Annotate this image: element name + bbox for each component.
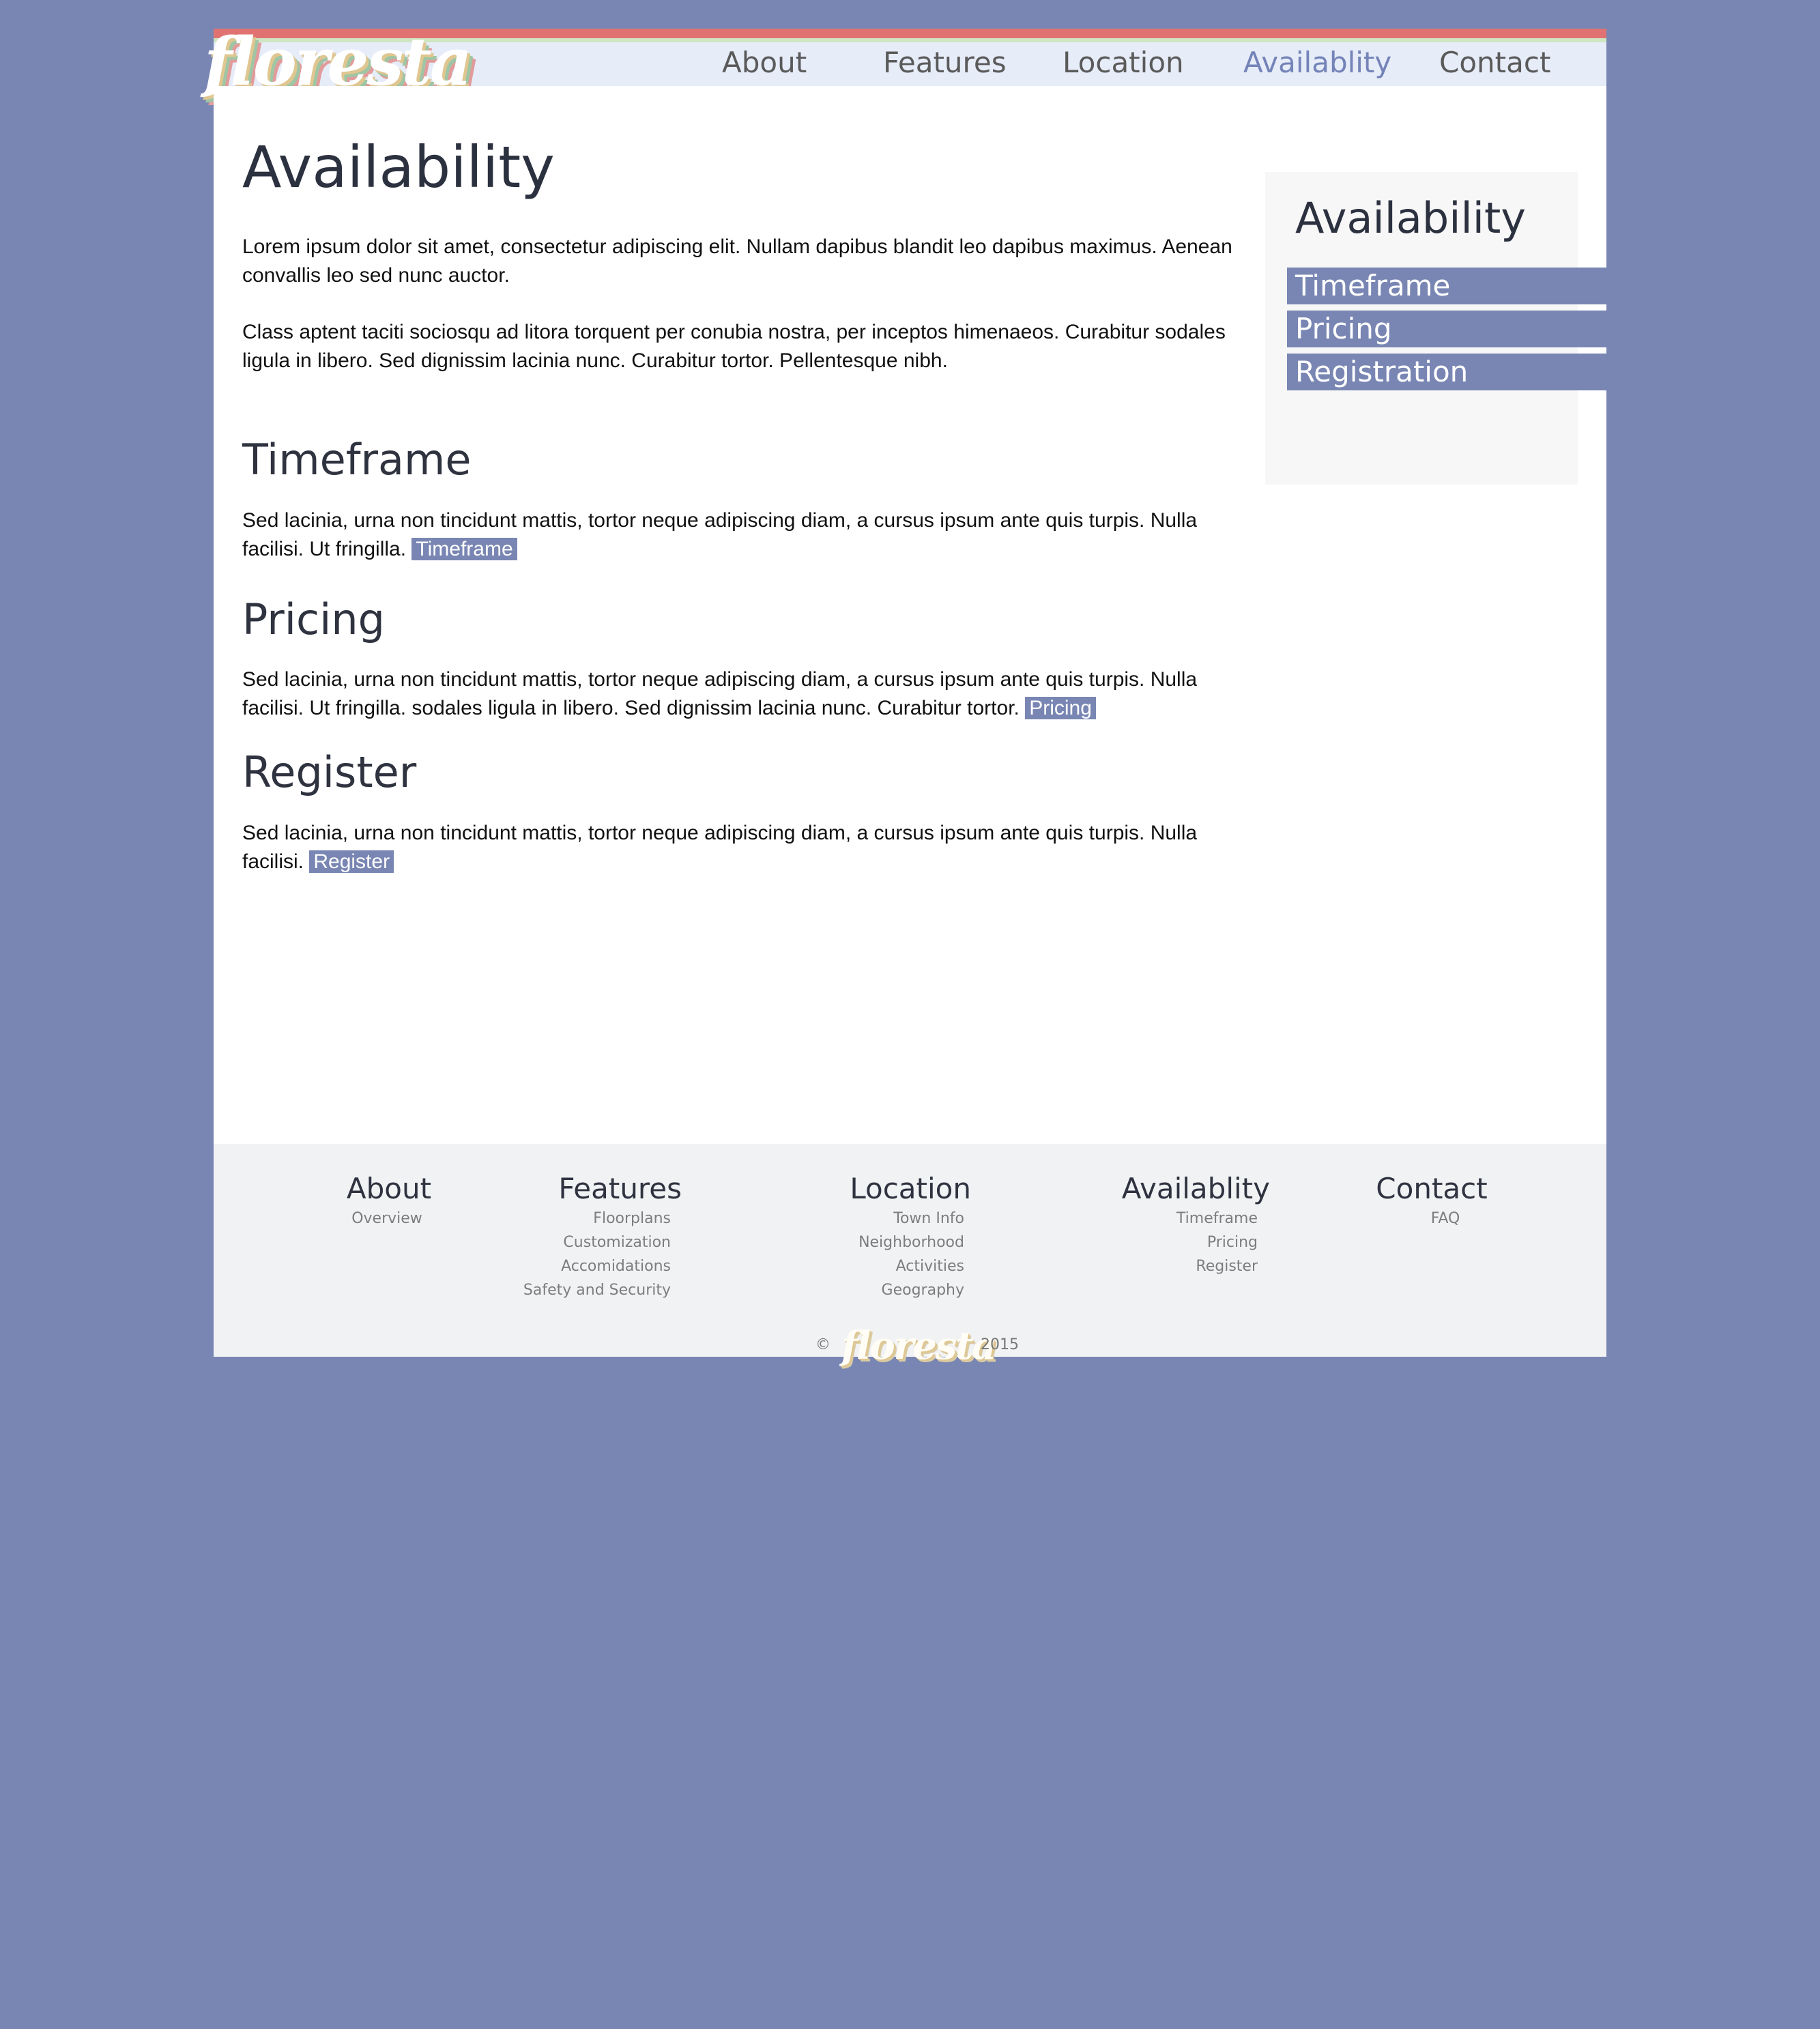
footer-heading-location[interactable]: Location [800, 1171, 971, 1207]
sidebar-item-pricing[interactable]: Pricing [1287, 311, 1606, 347]
footer-link-floorplans[interactable]: Floorplans [514, 1207, 671, 1231]
footer-link-faq[interactable]: FAQ [1401, 1207, 1490, 1231]
footer-link-activities[interactable]: Activities [800, 1254, 964, 1278]
footer-col-location: Location Town Info Neighborhood Activiti… [800, 1171, 971, 1302]
section-heading-pricing: Pricing [242, 594, 385, 644]
section-heading-timeframe: Timeframe [242, 435, 472, 485]
footer-link-safety[interactable]: Safety and Security [514, 1278, 671, 1302]
sidebar-item-timeframe[interactable]: Timeframe [1287, 268, 1606, 304]
footer-heading-availability[interactable]: Availablity [1101, 1171, 1270, 1207]
intro-paragraph-1: Lorem ipsum dolor sit amet, consectetur … [242, 235, 1232, 287]
tag-timeframe[interactable]: Timeframe [411, 538, 517, 560]
footer-col-features: Features Floorplans Customization Accomi… [514, 1171, 682, 1302]
sidebar: Availability Timeframe Pricing Registrat… [1265, 172, 1606, 485]
nav-contact[interactable]: Contact [1439, 44, 1550, 82]
footer-col-about: About Overview [310, 1171, 467, 1231]
nav-features[interactable]: Features [883, 44, 1007, 82]
footer-heading-about[interactable]: About [310, 1171, 467, 1207]
nav-location[interactable]: Location [1063, 44, 1184, 82]
sidebar-title: Availability [1295, 193, 1526, 243]
footer-link-neighborhood[interactable]: Neighborhood [800, 1231, 964, 1254]
footer-link-town-info[interactable]: Town Info [800, 1207, 964, 1231]
nav-about[interactable]: About [722, 44, 807, 82]
footer-link-pricing[interactable]: Pricing [1101, 1231, 1258, 1254]
site-header: floresta About Features Location Availab… [204, 25, 1606, 100]
tag-register[interactable]: Register [309, 850, 394, 873]
nav-availability[interactable]: Availablity [1243, 44, 1391, 82]
footer-link-timeframe[interactable]: Timeframe [1101, 1207, 1258, 1231]
section-text-pricing: Sed lacinia, urna non tincidunt mattis, … [242, 665, 1252, 723]
footer-col-contact: Contact FAQ [1374, 1171, 1490, 1231]
footer-link-overview[interactable]: Overview [306, 1207, 467, 1231]
page-title: Availability [242, 134, 555, 201]
intro-paragraph-2: Class aptent taciti sociosqu ad litora t… [242, 321, 1226, 372]
footer-col-availability: Availablity Timeframe Pricing Register [1101, 1171, 1270, 1278]
footer-link-accomidations[interactable]: Accomidations [514, 1254, 671, 1278]
footer-link-geography[interactable]: Geography [800, 1278, 964, 1302]
section-text-timeframe: Sed lacinia, urna non tincidunt mattis, … [242, 506, 1252, 564]
copyright-year: 2015 [981, 1336, 1019, 1353]
sidebar-item-registration[interactable]: Registration [1287, 354, 1606, 390]
section-heading-register: Register [242, 747, 417, 797]
section-text-register: Sed lacinia, urna non tincidunt mattis, … [242, 819, 1252, 876]
footer-logo: floresta [841, 1323, 997, 1368]
tag-pricing[interactable]: Pricing [1025, 697, 1096, 719]
footer-link-register[interactable]: Register [1101, 1254, 1258, 1278]
content-panel: Availability Lorem ipsum dolor sit amet,… [214, 86, 1606, 1144]
footer-link-customization[interactable]: Customization [514, 1231, 671, 1254]
section-body-timeframe: Sed lacinia, urna non tincidunt mattis, … [242, 509, 1198, 560]
footer-heading-features[interactable]: Features [514, 1171, 682, 1207]
footer-heading-contact[interactable]: Contact [1374, 1171, 1490, 1207]
copyright-symbol: © [815, 1336, 830, 1353]
